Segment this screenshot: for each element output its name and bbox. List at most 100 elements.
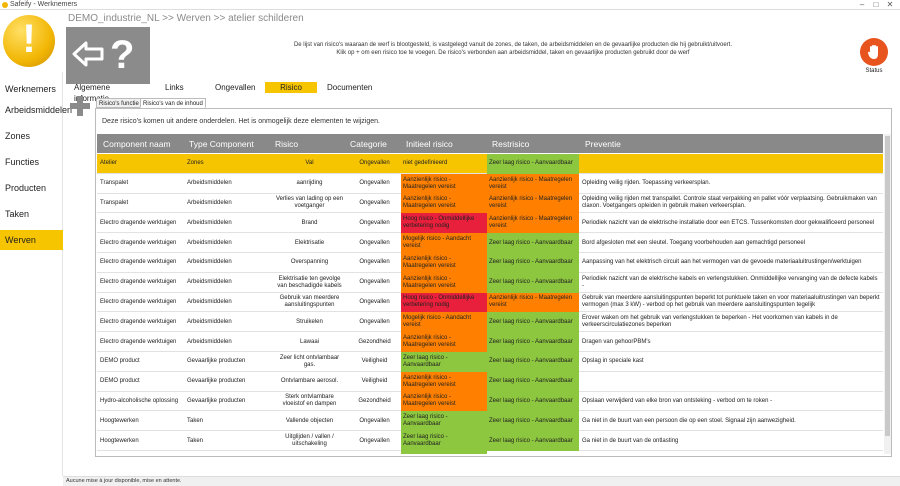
table-row[interactable]: Transpalet Arbeidsmiddelen aanrijding Ongev… <box>97 173 883 194</box>
cell-risk: Sterk ontvlambare vloeistof en dampen <box>282 394 337 408</box>
cell-name <box>98 451 184 454</box>
subtab-risicos-functie[interactable]: Risico's functie <box>96 98 142 108</box>
cell-init: Zeer laag risico - Aanvaardbaar <box>401 352 487 372</box>
table-row[interactable]: Electro dragende werktuigen Arbeidsmiddel… <box>97 332 883 352</box>
tab-documenten[interactable]: Documenten <box>321 82 378 93</box>
minimize-button[interactable]: – <box>856 0 868 9</box>
add-risk-icon[interactable] <box>70 96 90 116</box>
cell-type: Arbeidsmiddelen <box>187 219 232 226</box>
cell-prev <box>580 154 883 174</box>
app-logo <box>0 10 63 72</box>
table-row[interactable]: Electro dragende werktuigen Arbeidsmiddel… <box>97 213 883 234</box>
help-icon[interactable]: ? <box>110 33 134 77</box>
cell-prev: Opleiding veilig rijden met transpallet.… <box>582 196 877 210</box>
cell-prev: Opleiding veilig rijden. Toepassing verk… <box>582 180 711 187</box>
cell-name: Transpalet <box>100 199 129 206</box>
table-row[interactable]: Electro dragende werktuigen Arbeidsmiddel… <box>97 272 883 293</box>
sidebar-item-werven[interactable]: Werven <box>0 230 63 250</box>
cell-init: Aanzienlijk risico - Maatregelen vereist <box>401 193 487 214</box>
sidebar-item-producten[interactable]: Producten <box>0 178 63 198</box>
cell-rest: Zeer laag risico - Aanvaardbaar <box>487 431 579 451</box>
cell-cat: Ongevallen <box>359 199 390 206</box>
table-row[interactable]: Atelier Zones Val Ongevallen niet gedefiniee… <box>97 154 883 174</box>
cell-risk: Val <box>305 160 314 167</box>
cell-prev: Gebruik van meerdere aansluitingspunten … <box>582 295 880 309</box>
table-row[interactable]: DEMO product Gevaarlijke producten Ontvlam… <box>97 371 883 392</box>
cell-type: Gevaarlijke producten <box>187 358 246 365</box>
table-row[interactable]: Hoogtewerken Taken Uitglijden / vallen / u… <box>97 431 883 451</box>
cell-init: niet gedefinieerd <box>403 160 448 167</box>
table-row[interactable]: Electro dragende werktuigen Arbeidsmiddel… <box>97 253 883 273</box>
cell-type: Arbeidsmiddelen <box>187 199 232 206</box>
cell-risk <box>272 451 347 454</box>
cell-cat <box>348 451 401 454</box>
cell-init: Aanzienlijk risico - Maatregelen vereist <box>401 371 487 392</box>
sidebar-item-zones[interactable]: Zones <box>0 126 63 146</box>
table-row[interactable]: DEMO product Gevaarlijke producten Zeer li… <box>97 352 883 372</box>
table-row[interactable]: Hoogtewerken Taken Vallende objecten Ongeva… <box>97 411 883 432</box>
cell-cat: Ongevallen <box>359 160 390 167</box>
tab-ongevallen[interactable]: Ongevallen <box>209 82 261 93</box>
cell-type: Arbeidsmiddelen <box>187 338 232 345</box>
tab-links[interactable]: Links <box>159 82 190 93</box>
cell-cat: Ongevallen <box>359 219 390 226</box>
status-bar: Aucune mise à jour disponible, mise en a… <box>63 476 900 486</box>
sidebar: Werknemers Arbeidsmiddelen Zones Functie… <box>0 10 72 476</box>
table-row[interactable]: Electro dragende werktuigen Arbeidsmiddel… <box>97 292 883 313</box>
cell-type: Taken <box>187 437 204 444</box>
column-header-initieel-risico[interactable]: Initieel risico <box>406 139 453 149</box>
cell-name: DEMO product <box>100 378 140 385</box>
status-button[interactable] <box>860 38 888 66</box>
back-arrow-icon[interactable] <box>72 39 104 69</box>
vertical-scrollbar[interactable] <box>884 134 891 454</box>
column-header-preventie[interactable]: Preventie <box>585 139 621 149</box>
cell-type <box>185 451 271 454</box>
cell-cat: Ongevallen <box>359 417 390 424</box>
cell-risk: Verlies van lading op een voetganger <box>275 196 344 210</box>
column-header-type-component[interactable]: Type Component <box>189 139 254 149</box>
info-text: De lijst van risico's waaraan de werf is… <box>263 41 763 57</box>
table-row[interactable]: Electro dragende werktuigen Arbeidsmiddel… <box>97 233 883 253</box>
cell-rest: Zeer laag risico - Aanvaardbaar <box>487 154 579 174</box>
cell-risk: Ontvlambare aerosol. <box>280 378 339 385</box>
column-header-component-naam[interactable]: Component naam <box>103 139 171 149</box>
cell-type: Zones <box>187 160 204 167</box>
subtab-risicos-inhoud[interactable]: Risico's van de inhoud <box>140 98 206 108</box>
column-header-risico[interactable]: Risico <box>275 139 298 149</box>
cell-prev: Periodiek nazicht van de elektrische ins… <box>582 219 875 226</box>
cell-cat: Veiligheid <box>361 358 388 365</box>
table-row[interactable]: Hydro-alcoholische oplossing Gevaarlijke … <box>97 391 883 412</box>
column-header-restrisico[interactable]: Restrisico <box>492 139 529 149</box>
cell-prev <box>580 372 883 392</box>
cell-rest: Zeer laag risico - Aanvaardbaar <box>487 371 579 392</box>
cell-risk: Brand <box>301 219 318 226</box>
close-button[interactable]: ✕ <box>884 0 896 9</box>
cell-init: Mogelijk risico - Aandacht vereist <box>401 233 487 253</box>
sidebar-item-functies[interactable]: Functies <box>0 152 63 172</box>
app-icon <box>2 2 8 8</box>
cell-prev: Bord afgesloten met een sleutel. Toegang… <box>582 239 806 246</box>
cell-type: Taken <box>187 417 204 424</box>
maximize-button[interactable]: □ <box>870 0 882 9</box>
tab-risico[interactable]: Risico <box>265 82 317 93</box>
cell-prev: Opslaan verwijderd van elke bron van ont… <box>582 397 773 404</box>
tab-algemene-informatie[interactable]: Algemene informatie <box>68 82 116 103</box>
cell-risk: Overspanning <box>290 259 329 266</box>
cell-name: Electro dragende werktuigen <box>100 219 177 226</box>
table-row[interactable]: Zeer laag risico - <box>97 451 883 454</box>
table-row[interactable]: Transpalet Arbeidsmiddelen Verlies van lad… <box>97 193 883 214</box>
risk-panel: Deze risico's komen uit andere onderdele… <box>95 108 892 457</box>
sidebar-item-arbeidsmiddelen[interactable]: Arbeidsmiddelen <box>0 100 72 120</box>
warning-logo-icon <box>3 15 55 67</box>
sidebar-item-werknemers[interactable]: Werknemers <box>0 79 63 99</box>
cell-name: Electro dragende werktuigen <box>100 338 177 345</box>
info-line-1: De lijst van risico's waaraan de werf is… <box>293 42 733 48</box>
table-row[interactable]: Electro dragende werktuigen Arbeidsmiddel… <box>97 312 883 333</box>
cell-prev: Ga niet in de buurt van de ontlasting <box>582 437 679 444</box>
sidebar-item-taken[interactable]: Taken <box>0 204 63 224</box>
column-header-categorie[interactable]: Categorie <box>350 139 387 149</box>
cell-cat: Ongevallen <box>359 318 390 325</box>
cell-init: Hoog risico - Onmiddellijke verbetering … <box>401 213 487 234</box>
cell-name: Electro dragende werktuigen <box>100 279 177 286</box>
scrollbar-thumb[interactable] <box>885 136 890 436</box>
